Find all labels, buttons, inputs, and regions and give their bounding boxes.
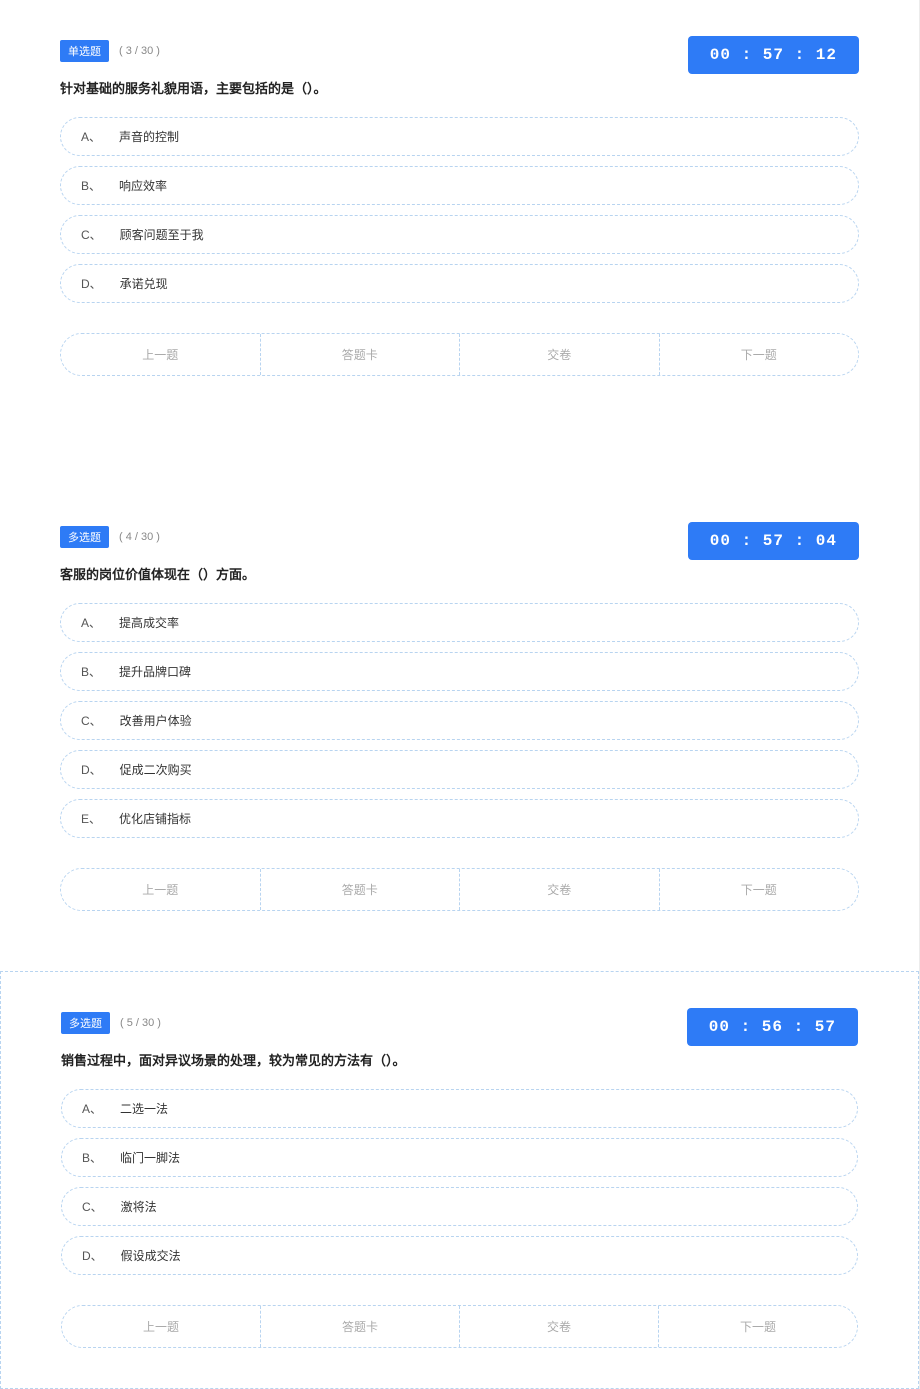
option-letter: C、: [82, 1198, 103, 1215]
option-text: 假设成交法: [121, 1247, 181, 1264]
next-button[interactable]: 下一题: [659, 334, 859, 375]
option-d[interactable]: D、 促成二次购买: [60, 750, 859, 789]
option-text: 促成二次购买: [120, 761, 192, 778]
option-letter: E、: [81, 810, 101, 827]
question-prompt: 客服的岗位价值体现在（）方面。: [60, 564, 859, 583]
option-letter: A、: [81, 128, 101, 145]
next-button[interactable]: 下一题: [658, 1306, 857, 1347]
submit-button[interactable]: 交卷: [459, 1306, 658, 1347]
answer-card-button[interactable]: 答题卡: [260, 1306, 459, 1347]
option-d[interactable]: D、 假设成交法: [61, 1236, 858, 1275]
nav-row: 上一题 答题卡 交卷 下一题: [60, 333, 859, 376]
question-block-1: 00 : 57 : 12 单选题 ( 3 / 30 ) 针对基础的服务礼貌用语，…: [0, 0, 919, 416]
timer-display: 00 : 57 : 04: [688, 522, 859, 560]
question-type-tag: 单选题: [60, 40, 109, 62]
option-text: 提高成交率: [119, 614, 179, 631]
option-b[interactable]: B、 临门一脚法: [61, 1138, 858, 1177]
prev-button[interactable]: 上一题: [61, 334, 260, 375]
option-a[interactable]: A、 二选一法: [61, 1089, 858, 1128]
option-letter: B、: [81, 177, 101, 194]
answer-card-button[interactable]: 答题卡: [260, 869, 460, 910]
option-letter: D、: [82, 1247, 103, 1264]
spacer: [0, 951, 919, 971]
question-block-2: 00 : 57 : 04 多选题 ( 4 / 30 ) 客服的岗位价值体现在（）…: [0, 486, 919, 951]
nav-row: 上一题 答题卡 交卷 下一题: [60, 868, 859, 911]
option-text: 改善用户体验: [120, 712, 192, 729]
prev-button[interactable]: 上一题: [61, 869, 260, 910]
option-letter: C、: [81, 712, 102, 729]
question-type-tag: 多选题: [61, 1012, 110, 1034]
option-a[interactable]: A、 声音的控制: [60, 117, 859, 156]
option-d[interactable]: D、 承诺兑现: [60, 264, 859, 303]
timer-display: 00 : 57 : 12: [688, 36, 859, 74]
spacer: [0, 416, 919, 486]
option-b[interactable]: B、 响应效率: [60, 166, 859, 205]
option-b[interactable]: B、 提升品牌口碑: [60, 652, 859, 691]
question-type-tag: 多选题: [60, 526, 109, 548]
answer-card-button[interactable]: 答题卡: [260, 334, 460, 375]
question-block-3: 00 : 56 : 57 多选题 ( 5 / 30 ) 销售过程中，面对异议场景…: [0, 971, 919, 1389]
option-letter: D、: [81, 761, 102, 778]
question-progress: ( 5 / 30 ): [120, 1017, 161, 1029]
timer-display: 00 : 56 : 57: [687, 1008, 858, 1046]
option-text: 二选一法: [120, 1100, 168, 1117]
option-text: 临门一脚法: [120, 1149, 180, 1166]
option-text: 顾客问题至于我: [120, 226, 204, 243]
option-text: 提升品牌口碑: [119, 663, 191, 680]
submit-button[interactable]: 交卷: [459, 869, 659, 910]
option-text: 响应效率: [119, 177, 167, 194]
option-c[interactable]: C、 顾客问题至于我: [60, 215, 859, 254]
question-progress: ( 3 / 30 ): [119, 45, 160, 57]
nav-row: 上一题 答题卡 交卷 下一题: [61, 1305, 858, 1348]
option-text: 承诺兑现: [120, 275, 168, 292]
option-text: 优化店铺指标: [119, 810, 191, 827]
option-c[interactable]: C、 激将法: [61, 1187, 858, 1226]
options-list: A、 二选一法 B、 临门一脚法 C、 激将法 D、 假设成交法: [61, 1089, 858, 1275]
option-letter: A、: [82, 1100, 102, 1117]
option-text: 激将法: [121, 1198, 157, 1215]
prev-button[interactable]: 上一题: [62, 1306, 260, 1347]
option-letter: B、: [81, 663, 101, 680]
question-prompt: 销售过程中，面对异议场景的处理，较为常见的方法有（）。: [61, 1050, 858, 1069]
page-wrapper: 00 : 57 : 12 单选题 ( 3 / 30 ) 针对基础的服务礼貌用语，…: [0, 0, 920, 1389]
option-letter: D、: [81, 275, 102, 292]
question-prompt: 针对基础的服务礼貌用语，主要包括的是（）。: [60, 78, 859, 97]
submit-button[interactable]: 交卷: [459, 334, 659, 375]
option-text: 声音的控制: [119, 128, 179, 145]
option-letter: C、: [81, 226, 102, 243]
option-e[interactable]: E、 优化店铺指标: [60, 799, 859, 838]
option-letter: B、: [82, 1149, 102, 1166]
options-list: A、 提高成交率 B、 提升品牌口碑 C、 改善用户体验 D、 促成二次购买 E…: [60, 603, 859, 838]
option-a[interactable]: A、 提高成交率: [60, 603, 859, 642]
option-c[interactable]: C、 改善用户体验: [60, 701, 859, 740]
next-button[interactable]: 下一题: [659, 869, 859, 910]
question-progress: ( 4 / 30 ): [119, 531, 160, 543]
option-letter: A、: [81, 614, 101, 631]
options-list: A、 声音的控制 B、 响应效率 C、 顾客问题至于我 D、 承诺兑现: [60, 117, 859, 303]
